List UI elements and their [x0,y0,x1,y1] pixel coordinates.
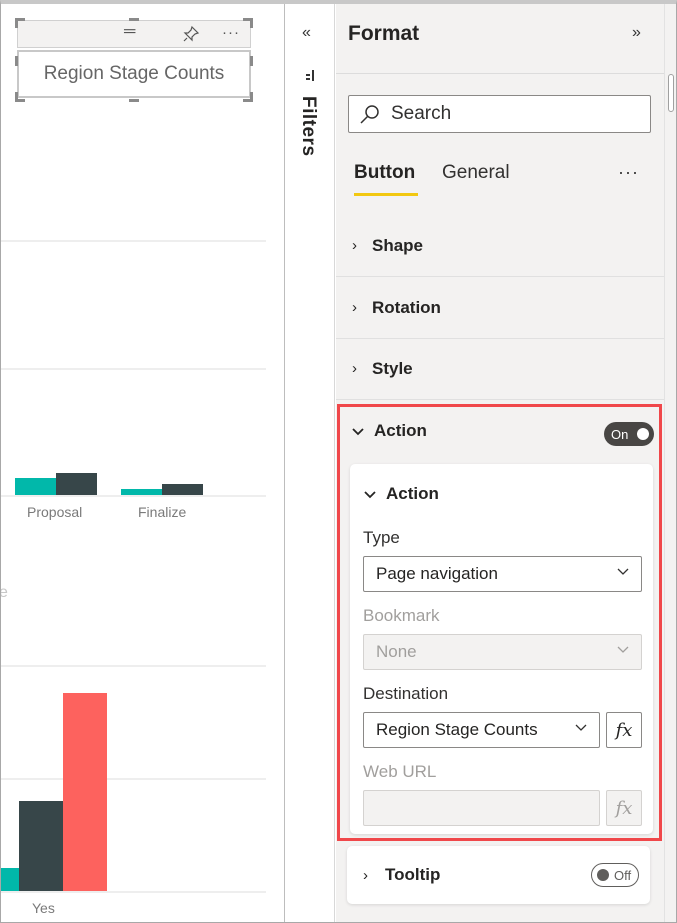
pin-icon[interactable] [182,25,200,47]
type-dropdown[interactable]: Page navigation [363,556,642,592]
search-icon [360,105,379,124]
truncated-title: e [1,584,8,602]
chart-bar[interactable] [162,484,203,495]
chart-bar[interactable] [63,693,107,891]
section-style[interactable]: › Style [336,338,664,400]
section-shape[interactable]: › Shape [336,215,664,277]
bookmark-dropdown: None [363,634,642,670]
tab-general[interactable]: General [442,162,510,184]
chevron-right-icon: › [352,299,357,316]
tab-button[interactable]: Button [354,162,415,184]
x-tick-label: Proposal [27,504,83,520]
section-label: Action [374,421,427,440]
section-action: Action On Action Type Page navigation Bo… [337,404,662,841]
button-visual-label[interactable]: Region Stage Counts [17,50,251,98]
chevron-down-icon [575,724,587,731]
axis-baseline [1,495,266,497]
toggle-label: Off [614,867,632,883]
resize-handle[interactable] [15,56,18,66]
resize-handle[interactable] [15,18,18,28]
filter-icon [306,68,316,85]
scrollbar-track[interactable] [664,4,676,922]
collapse-filters-icon[interactable]: « [302,24,311,42]
gridline [1,368,266,370]
search-placeholder: Search [391,103,452,124]
visual-header: ═ ··· [17,20,251,48]
scrollbar-thumb[interactable] [668,74,674,112]
destination-fx-button[interactable]: fx [606,712,642,748]
chevron-right-icon: › [352,237,357,254]
toggle-knob [597,869,609,881]
action-toggle[interactable]: On [604,422,654,446]
chevron-down-icon [617,646,629,653]
action-card: Action Type Page navigation Bookmark Non… [350,464,653,834]
section-label: Rotation [372,297,441,317]
section-label: Shape [372,235,424,255]
destination-label: Destination [363,684,449,703]
web-url-label: Web URL [363,762,437,781]
chart-bar[interactable] [1,868,19,891]
section-action-header[interactable]: Action [352,421,427,441]
web-url-fx-button: fx [606,790,642,826]
chart-bar[interactable] [19,801,63,891]
more-options-icon[interactable]: ··· [618,162,639,183]
chevron-down-icon [617,568,629,575]
web-url-input [363,790,600,826]
chart-bar[interactable] [56,473,97,495]
destination-value: Region Stage Counts [376,720,538,739]
resize-handle[interactable] [15,92,18,102]
filters-pane-collapsed[interactable]: « Filters [286,4,335,922]
chevron-right-icon: › [363,866,368,884]
x-tick-label: Finalize [138,504,187,520]
report-canvas: ═ ··· Region Stage Counts Proposal Final… [1,4,285,922]
tooltip-toggle[interactable]: Off [591,863,639,887]
drag-handle-icon[interactable]: ═ [124,23,135,41]
gridline [1,665,266,667]
gridline [1,778,266,780]
type-value: Page navigation [376,564,498,583]
section-label: Tooltip [385,865,441,884]
section-rotation[interactable]: › Rotation [336,277,664,339]
filters-label[interactable]: Filters [297,96,319,157]
resize-handle[interactable] [129,99,139,102]
expand-pane-icon[interactable]: » [632,24,641,42]
chevron-down-icon [352,423,374,439]
chevron-down-icon [364,486,386,502]
section-tooltip[interactable]: › Tooltip Off [347,846,650,904]
axis-baseline [1,891,266,893]
button-visual[interactable]: ═ ··· Region Stage Counts [15,18,253,102]
destination-dropdown[interactable]: Region Stage Counts [363,712,600,748]
resize-handle[interactable] [250,18,253,28]
resize-handle[interactable] [129,18,139,21]
gridline [1,240,266,242]
divider [336,73,664,74]
more-options-icon[interactable]: ··· [222,24,240,41]
toggle-label: On [611,426,629,442]
resize-handle[interactable] [250,56,253,66]
format-pane: Format » Search Button General ··· › Sha… [336,4,664,922]
chevron-right-icon: › [352,360,357,377]
type-label: Type [363,528,400,547]
section-label: Style [372,358,413,378]
x-tick-label: Yes [32,900,55,916]
action-subsection-header[interactable]: Action [364,484,439,504]
bookmark-value: None [376,642,417,661]
pane-title: Format [348,22,420,45]
bookmark-label: Bookmark [363,606,440,625]
active-tab-indicator [354,193,418,196]
chart-bar[interactable] [15,478,56,495]
subsection-label: Action [386,484,439,503]
chart-bar[interactable] [121,489,162,495]
resize-handle[interactable] [250,92,253,102]
search-input[interactable]: Search [348,95,651,133]
toggle-knob [637,428,649,440]
